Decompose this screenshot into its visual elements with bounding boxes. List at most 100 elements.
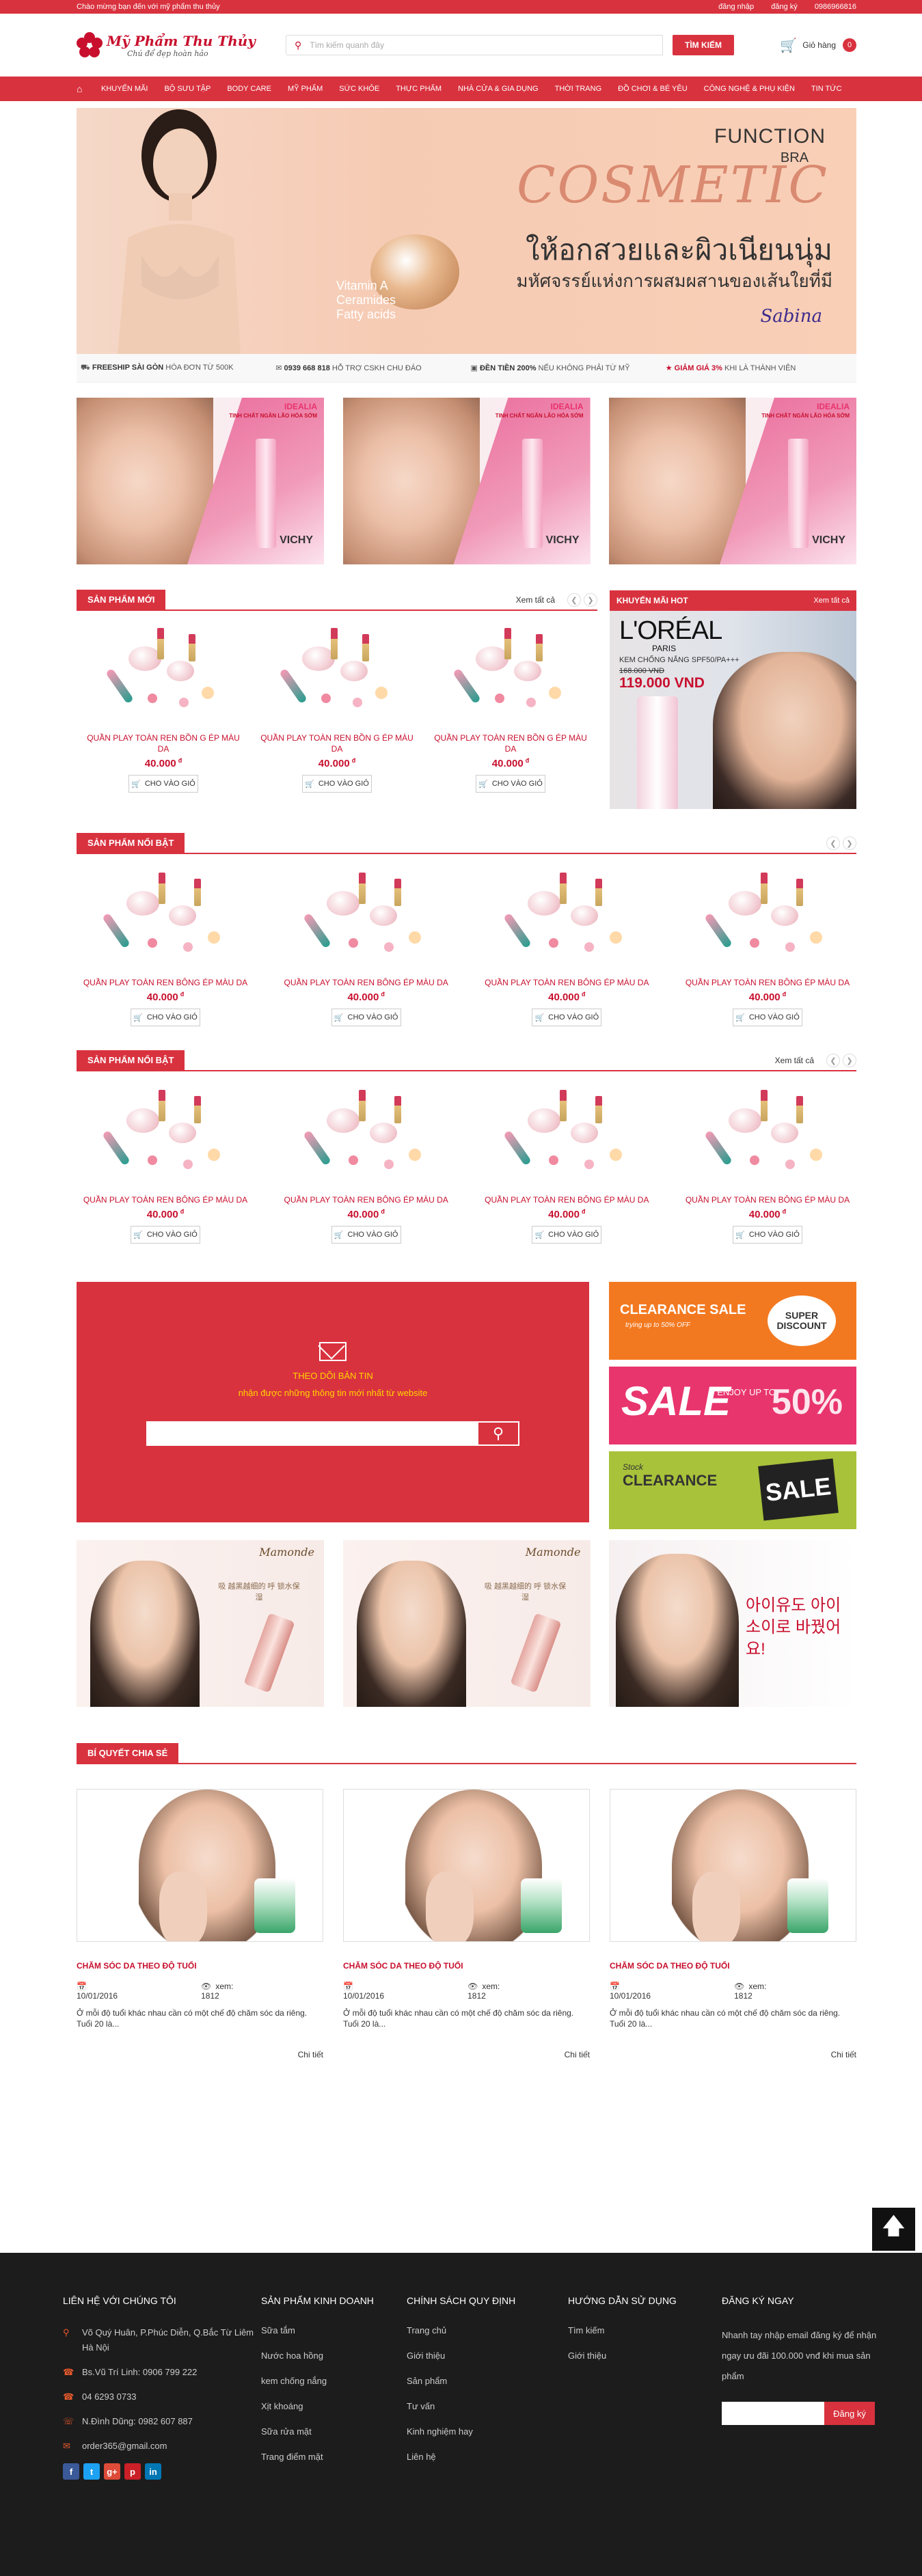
promo-banner[interactable]: IDEALIA TINH CHẤT NGĂN LÃO HÓA SỚM VICHY (342, 398, 591, 564)
product-image[interactable] (257, 619, 417, 728)
search-button[interactable]: TÌM KIẾM (673, 35, 734, 55)
search-input[interactable]: ⚲ Tìm kiếm quanh đây (286, 35, 663, 55)
nav-item-cong-nghe[interactable]: CÔNG NGHỆ & PHỤ KIỆN (696, 85, 803, 93)
next-arrow-icon[interactable]: ❯ (843, 836, 856, 850)
footer-link[interactable]: Sữa tắm (261, 2325, 407, 2335)
footer-email[interactable]: order365@gmail.com (82, 2439, 167, 2454)
nav-item-suc-khoe[interactable]: SỨC KHỎE (331, 85, 388, 93)
product-name[interactable]: QUẦN PLAY TOÀN REN BÔNG ÉP MÀU DA (77, 1194, 254, 1205)
mamonde-ad[interactable]: Mamonde 吸 越黑越细的 呼 锁水保湿 (342, 1540, 591, 1707)
add-to-cart-button[interactable]: 🛒 CHO VÀO GIỎ (131, 1226, 200, 1244)
nav-item-do-choi[interactable]: ĐỒ CHƠI & BÉ YÊU (610, 85, 696, 93)
prev-arrow-icon[interactable]: ❮ (826, 1054, 840, 1067)
blog-post-title[interactable]: CHĂM SÓC DA THEO ĐỘ TUỔI (343, 1961, 590, 1971)
footer-link[interactable]: Tư vấn (407, 2401, 568, 2411)
sale-50-banner[interactable]: SALE ENJOY UP TO 50% (609, 1367, 856, 1444)
facebook-icon[interactable]: f (63, 2463, 79, 2480)
product-image[interactable] (478, 864, 655, 973)
footer-link[interactable]: Liên hệ (407, 2452, 568, 2462)
product-name[interactable]: QUẦN PLAY TOÀN REN BÔNG ÉP MÀU DA (77, 977, 254, 988)
see-all-link[interactable]: Xem tất cả (516, 595, 555, 605)
product-card[interactable]: QUẦN PLAY TOÀN REN BÔNG ÉP MÀU DA 40.000 đ… (478, 864, 655, 1026)
product-image[interactable] (679, 864, 856, 973)
footer-link[interactable]: Kinh nghiệm hay (407, 2426, 568, 2437)
promo-banner[interactable]: IDEALIA TINH CHẤT NGĂN LÃO HÓA SỚM VICHY (609, 398, 856, 564)
nav-item-my-pham[interactable]: MỸ PHẨM (280, 85, 331, 93)
add-to-cart-button[interactable]: 🛒 CHO VÀO GIỎ (532, 1226, 602, 1244)
isoi-ad[interactable]: 아이유도 아이소이로 바꿨어요! (609, 1540, 856, 1707)
product-name[interactable]: QUẦN PLAY TOÀN REN BÔNG ÉP MÀU DA (478, 1194, 655, 1205)
product-card[interactable]: QUẦN PLAY TOÀN REN BÔNG ÉP MÀU DA 40.000 đ… (277, 864, 455, 1026)
blog-post-title[interactable]: CHĂM SÓC DA THEO ĐỘ TUỔI (610, 1961, 856, 1971)
next-arrow-icon[interactable]: ❯ (843, 1054, 856, 1067)
product-name[interactable]: QUẦN PLAY TOÀN REN BÔNG ÉP MÀU DA (679, 977, 856, 988)
newsletter-search-button[interactable]: ⚲ (477, 1421, 519, 1446)
logo[interactable]: Mỹ Phẩm Thu Thủy Chú để đẹp hoàn hảo (77, 32, 275, 58)
nav-item-body-care[interactable]: BODY CARE (219, 85, 280, 93)
product-image[interactable] (431, 619, 591, 728)
product-card[interactable]: QUẦN PLAY TOÀN REN BÔNG ÉP MÀU DA 40.000 đ… (77, 864, 254, 1026)
product-name[interactable]: QUẦN PLAY TOÀN REN BÔNG ÉP MÀU DA (478, 977, 655, 988)
footer-link[interactable]: Sản phẩm (407, 2376, 568, 2386)
register-link[interactable]: đăng ký (771, 3, 798, 11)
product-name[interactable]: QUẦN PLAY TOÀN REN BÔNG ÉP MÀU DA (679, 1194, 856, 1205)
footer-link[interactable]: Trang điểm mặt (261, 2452, 407, 2462)
add-to-cart-button[interactable]: 🛒 CHO VÀO GIỎ (128, 775, 198, 793)
product-image[interactable] (679, 1081, 856, 1190)
blog-post-title[interactable]: CHĂM SÓC DA THEO ĐỘ TUỔI (77, 1961, 323, 1971)
product-name[interactable]: QUẦN PLAY TOÀN REN BỒN G ÉP MÀU DA (431, 732, 591, 754)
hero-banner[interactable]: Vitamin A Ceramides Fatty acids FUNCTION… (77, 108, 856, 354)
product-card[interactable]: QUẦN PLAY TOÀN REN BÔNG ÉP MÀU DA 40.000 đ… (679, 864, 856, 1026)
clearance-sale-banner[interactable]: CLEARANCE SALE trying up to 50% OFF SUPE… (609, 1282, 856, 1360)
add-to-cart-button[interactable]: 🛒 CHO VÀO GIỎ (302, 775, 372, 793)
footer-link[interactable]: kem chống nắng (261, 2376, 407, 2386)
footer-register-button[interactable]: Đăng ký (824, 2402, 875, 2425)
add-to-cart-button[interactable]: 🛒 CHO VÀO GIỎ (732, 1226, 802, 1244)
footer-link[interactable]: Nước hoa hồng (261, 2351, 407, 2361)
nav-item-khuyen-mai[interactable]: KHUYẾN MÃI (93, 85, 156, 93)
blog-post-image[interactable] (610, 1789, 856, 1942)
nav-item-thuc-pham[interactable]: THỰC PHẨM (388, 85, 450, 93)
hot-banner[interactable]: L'ORÉAL PARIS KEM CHỐNG NẮNG SPF50/PA+++… (610, 611, 856, 809)
hot-see-all-link[interactable]: Xem tất cả (813, 597, 850, 605)
home-icon[interactable]: ⌂ (77, 83, 93, 94)
see-all-link[interactable]: Xem tất cả (775, 1056, 814, 1065)
footer-link[interactable]: Sữa rửa mặt (261, 2426, 407, 2437)
read-more-link[interactable]: Chi tiết (77, 2050, 323, 2059)
login-link[interactable]: đăng nhập (718, 3, 754, 11)
add-to-cart-button[interactable]: 🛒 CHO VÀO GIỎ (732, 1009, 802, 1026)
promo-banner[interactable]: IDEALIA TINH CHẤT NGĂN LÃO HÓA SỚM VICHY (77, 398, 324, 564)
linkedin-icon[interactable]: in (145, 2463, 161, 2480)
product-image[interactable] (83, 619, 243, 728)
product-card[interactable]: QUẦN PLAY TOÀN REN BÔNG ÉP MÀU DA 40.000 đ… (478, 1081, 655, 1244)
footer-link[interactable]: Giới thiệu (568, 2351, 722, 2361)
prev-arrow-icon[interactable]: ❮ (567, 593, 581, 607)
read-more-link[interactable]: Chi tiết (610, 2050, 856, 2059)
twitter-icon[interactable]: t (83, 2463, 100, 2480)
nav-item-nha-cua[interactable]: NHÀ CỬA & GIA DỤNG (450, 85, 547, 93)
back-to-top-button[interactable]: 🡅 (872, 2208, 915, 2251)
product-image[interactable] (277, 864, 455, 973)
footer-link[interactable]: Giới thiệu (407, 2351, 568, 2361)
stock-clearance-banner[interactable]: Stock CLEARANCE SALE (609, 1451, 856, 1529)
add-to-cart-button[interactable]: 🛒 CHO VÀO GIỎ (532, 1009, 602, 1026)
nav-item-thoi-trang[interactable]: THỜI TRANG (547, 85, 610, 93)
add-to-cart-button[interactable]: 🛒 CHO VÀO GIỎ (331, 1009, 401, 1026)
product-name[interactable]: QUẦN PLAY TOÀN REN BỒN G ÉP MÀU DA (257, 732, 417, 754)
next-arrow-icon[interactable]: ❯ (584, 593, 597, 607)
product-name[interactable]: QUẦN PLAY TOÀN REN BÔNG ÉP MÀU DA (277, 977, 455, 988)
blog-post-image[interactable] (77, 1789, 323, 1942)
blog-post-image[interactable] (343, 1789, 590, 1942)
product-image[interactable] (77, 864, 254, 973)
nav-item-tin-tuc[interactable]: TIN TỨC (803, 85, 850, 93)
google-plus-icon[interactable]: g+ (104, 2463, 120, 2480)
nav-item-bo-suu-tap[interactable]: BỘ SƯU TẬP (156, 85, 219, 93)
product-image[interactable] (277, 1081, 455, 1190)
product-name[interactable]: QUẦN PLAY TOÀN REN BÔNG ÉP MÀU DA (277, 1194, 455, 1205)
footer-email-input[interactable] (722, 2402, 824, 2425)
cart[interactable]: 🛒 Giỏ hàng 0 (780, 37, 856, 54)
product-card[interactable]: QUẦN PLAY TOÀN REN BỒN G ÉP MÀU DA 40.000… (250, 619, 424, 793)
footer-link[interactable]: Trang chủ (407, 2325, 568, 2335)
newsletter-email-input[interactable] (146, 1421, 477, 1446)
add-to-cart-button[interactable]: 🛒 CHO VÀO GIỎ (476, 775, 545, 793)
